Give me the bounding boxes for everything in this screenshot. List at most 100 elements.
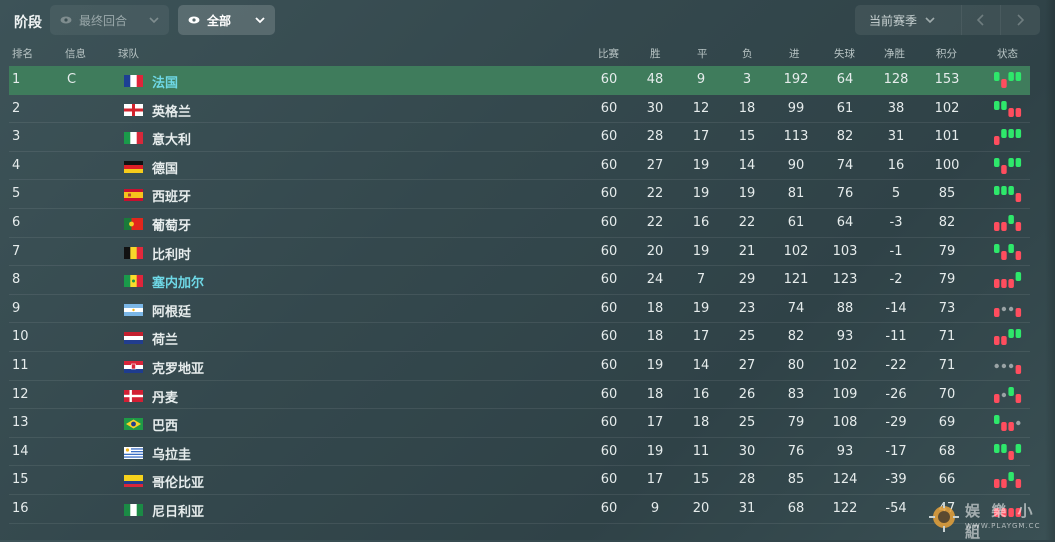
table-row[interactable]: 11 克罗地亚 60 19 14 27 80 102 -22 71 (9, 352, 1030, 381)
rank-cell: 16 (12, 500, 29, 516)
germany-flag-icon (124, 160, 143, 173)
team-name-link[interactable]: 德国 (152, 158, 178, 177)
gd-cell: 128 (883, 72, 909, 87)
col-gd[interactable]: 净胜 (884, 46, 905, 61)
filter-dropdown-label: 全部 (207, 13, 232, 28)
form-loss-mark (1001, 79, 1007, 88)
p-cell: 60 (600, 500, 618, 516)
table-row[interactable]: 10 荷兰 60 18 17 25 82 93 -11 71 (9, 323, 1030, 352)
gf-cell: 61 (787, 214, 805, 230)
team-name-link[interactable]: 巴西 (152, 415, 178, 434)
form-indicator (994, 443, 1022, 460)
w-cell: 17 (646, 472, 664, 488)
table-row[interactable]: 5 西班牙 60 22 19 19 81 76 5 85 (9, 180, 1030, 209)
table-row[interactable]: 16尼日利亚609203168122-5447 (9, 495, 1030, 524)
table-row[interactable]: 14 乌拉圭 60 19 11 30 76 93 -17 68 (9, 438, 1030, 467)
team-name-link[interactable]: 尼日利亚 (152, 501, 204, 520)
w-cell: 19 (646, 357, 664, 373)
team-name-link[interactable]: 乌拉圭 (152, 444, 191, 463)
form-win-mark (1015, 443, 1022, 453)
brazil-flag-icon (124, 418, 143, 431)
table-row[interactable]: 12 丹麦 60 18 16 26 83 109 -26 70 (9, 381, 1030, 410)
team-name-link[interactable]: 哥伦比亚 (152, 472, 204, 491)
table-row[interactable]: 1 C 法国 60 48 9 3 192 64 128 153 (9, 66, 1030, 95)
col-played[interactable]: 比赛 (598, 46, 619, 61)
pts-cell: 66 (938, 472, 956, 488)
table-row[interactable]: 13 巴西 60 17 18 25 79 108 -29 69 (9, 409, 1030, 438)
table-row[interactable]: 6 葡萄牙 60 22 16 22 61 64 -3 82 (9, 209, 1030, 238)
team-name-link[interactable]: 阿根廷 (152, 301, 191, 320)
d-cell: 18 (692, 415, 710, 431)
team-name-link[interactable]: 比利时 (152, 244, 191, 263)
col-info[interactable]: 信息 (65, 46, 86, 61)
table-row[interactable]: 8 塞内加尔 60 24 7 29 121 123 -2 79 (9, 266, 1030, 295)
rank-cell: 1 (12, 72, 21, 87)
ga-cell: 102 (832, 357, 858, 373)
next-season-button[interactable] (1000, 5, 1039, 35)
form-indicator (994, 329, 1022, 346)
table-row[interactable]: 7 比利时 60 20 19 21 102 103 -1 79 (9, 238, 1030, 267)
ga-cell: 64 (836, 72, 854, 87)
team-name-link[interactable]: 塞内加尔 (152, 272, 204, 291)
table-row[interactable]: 4 德国 60 27 19 14 90 74 16 100 (9, 152, 1030, 181)
team-name-link[interactable]: 葡萄牙 (152, 215, 191, 234)
gf-cell: 102 (783, 243, 809, 259)
form-win-mark (994, 415, 1000, 425)
d-cell: 16 (692, 386, 710, 402)
form-draw-mark (1001, 392, 1007, 397)
ga-cell: 122 (832, 500, 858, 516)
form-win-mark (1015, 272, 1022, 282)
col-lost[interactable]: 负 (742, 46, 753, 61)
toolbar: 阶段 最终回合 全部 当前赛季 (0, 0, 1055, 42)
round-dropdown[interactable]: 最终回合 (50, 5, 169, 35)
ga-cell: 61 (836, 100, 854, 116)
l-cell: 28 (738, 472, 756, 488)
gf-cell: 76 (787, 443, 805, 459)
team-name-link[interactable]: 英格兰 (152, 101, 191, 120)
previous-season-button[interactable] (961, 5, 1000, 35)
table-row[interactable]: 9 阿根廷 60 18 19 23 74 88 -14 73 (9, 295, 1030, 324)
form-loss-mark (1001, 479, 1007, 489)
col-gf[interactable]: 进 (789, 46, 800, 61)
form-win-mark (1001, 100, 1007, 110)
w-cell: 30 (646, 100, 664, 116)
gf-cell: 90 (787, 157, 805, 173)
season-dropdown[interactable]: 当前赛季 (855, 12, 961, 29)
team-name-link[interactable]: 意大利 (152, 129, 191, 148)
team-name-link[interactable]: 西班牙 (152, 186, 191, 205)
team-name-link[interactable]: 克罗地亚 (152, 358, 204, 377)
form-win-mark (994, 186, 1000, 196)
rank-cell: 5 (12, 186, 21, 202)
form-indicator (994, 214, 1022, 231)
form-loss-mark (994, 136, 1000, 146)
table-row[interactable]: 15 哥伦比亚 60 17 15 28 85 124 -39 66 (9, 466, 1030, 495)
form-loss-mark (994, 221, 1000, 231)
form-loss-mark (1015, 393, 1022, 403)
p-cell: 60 (600, 386, 618, 402)
team-name-link[interactable]: 丹麦 (152, 387, 178, 406)
chevron-down-icon (255, 17, 265, 24)
chevron-left-icon (977, 14, 984, 26)
col-pts[interactable]: 积分 (936, 46, 957, 61)
gd-cell: -11 (885, 329, 907, 345)
belgium-flag-icon (124, 246, 143, 259)
form-win-mark (1001, 443, 1007, 453)
filter-dropdown[interactable]: 全部 (178, 5, 275, 35)
table-row[interactable]: 2 英格兰 60 30 12 18 99 61 38 102 (9, 95, 1030, 124)
form-loss-mark (1008, 107, 1014, 117)
col-drawn[interactable]: 平 (697, 46, 708, 61)
col-won[interactable]: 胜 (650, 46, 661, 61)
table-row[interactable]: 3 意大利 60 28 17 15 113 82 31 101 (9, 123, 1030, 152)
p-cell: 60 (600, 186, 618, 202)
team-name-link[interactable]: 法国 (152, 72, 178, 91)
croatia-flag-icon (124, 360, 143, 373)
nigeria-flag-icon (124, 503, 143, 516)
col-rank[interactable]: 排名 (12, 46, 33, 61)
team-name-link[interactable]: 荷兰 (152, 329, 178, 348)
gf-cell: 79 (787, 415, 805, 431)
col-ga[interactable]: 失球 (834, 46, 855, 61)
pts-cell: 101 (934, 129, 960, 145)
col-form[interactable]: 状态 (997, 46, 1018, 61)
form-indicator (994, 363, 1022, 374)
col-team[interactable]: 球队 (118, 46, 139, 61)
